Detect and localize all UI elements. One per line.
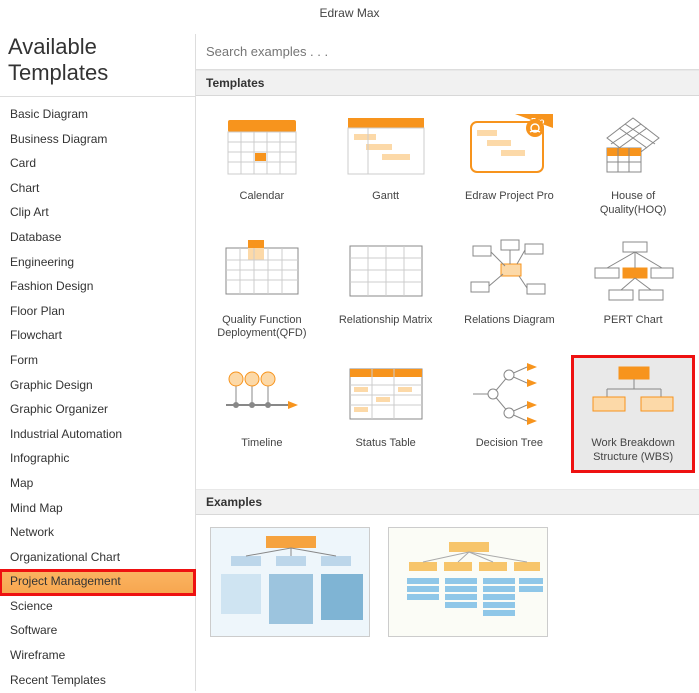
examples-row <box>196 515 699 649</box>
template-tile[interactable]: Pro Edraw Project Pro <box>450 110 570 224</box>
template-tile[interactable]: House of Quality(HOQ) <box>573 110 693 224</box>
template-label: Gantt <box>372 190 399 204</box>
template-label: PERT Chart <box>604 314 663 328</box>
template-icon <box>589 114 677 180</box>
template-icon <box>342 238 430 304</box>
template-tile[interactable]: Work Breakdown Structure (WBS) <box>573 357 693 471</box>
category-item[interactable]: Software <box>0 619 195 644</box>
category-item[interactable]: Map <box>0 472 195 497</box>
template-label: Decision Tree <box>476 437 543 451</box>
category-item[interactable]: Recent Templates <box>0 669 195 693</box>
category-item[interactable]: Wireframe <box>0 644 195 669</box>
category-item[interactable]: Business Diagram <box>0 128 195 153</box>
app-title: Edraw Max <box>0 0 699 34</box>
template-tile[interactable]: Decision Tree <box>450 357 570 471</box>
template-icon <box>589 238 677 304</box>
category-item[interactable]: Chart <box>0 177 195 202</box>
category-item[interactable]: Clip Art <box>0 201 195 226</box>
template-tile[interactable]: Relationship Matrix <box>326 234 446 348</box>
section-header-templates: Templates <box>196 70 699 96</box>
template-tile[interactable]: Quality Function Deployment(QFD) <box>202 234 322 348</box>
template-label: House of Quality(HOQ) <box>578 190 688 218</box>
category-item[interactable]: Graphic Organizer <box>0 398 195 423</box>
main-panel: Templates Calendar Gantt Pro Edraw Project … <box>196 34 699 691</box>
template-label: Edraw Project Pro <box>465 190 554 204</box>
category-item[interactable]: Card <box>0 152 195 177</box>
category-item[interactable]: Industrial Automation <box>0 423 195 448</box>
category-item[interactable]: Organizational Chart <box>0 546 195 571</box>
sidebar: Available Templates Basic DiagramBusines… <box>0 34 196 691</box>
category-item[interactable]: Graphic Design <box>0 374 195 399</box>
template-tile[interactable]: Status Table <box>326 357 446 471</box>
template-grid: Calendar Gantt Pro Edraw Project Pro House o… <box>196 96 699 489</box>
template-icon <box>218 114 306 180</box>
template-tile[interactable]: Calendar <box>202 110 322 224</box>
template-label: Relationship Matrix <box>339 314 433 328</box>
search-row <box>196 34 699 70</box>
category-item[interactable]: Database <box>0 226 195 251</box>
category-item[interactable]: Fashion Design <box>0 275 195 300</box>
template-icon <box>465 361 553 427</box>
template-icon <box>218 238 306 304</box>
search-input[interactable] <box>204 40 691 63</box>
template-tile[interactable]: Gantt <box>326 110 446 224</box>
template-label: Status Table <box>355 437 415 451</box>
category-item[interactable]: Flowchart <box>0 324 195 349</box>
example-thumb[interactable] <box>210 527 370 637</box>
template-tile[interactable]: PERT Chart <box>573 234 693 348</box>
category-item[interactable]: Basic Diagram <box>0 103 195 128</box>
section-header-examples: Examples <box>196 489 699 515</box>
template-label: Timeline <box>241 437 282 451</box>
category-item[interactable]: Engineering <box>0 251 195 276</box>
template-tile[interactable]: Timeline <box>202 357 322 471</box>
template-icon <box>465 238 553 304</box>
template-icon <box>589 361 677 427</box>
template-label: Quality Function Deployment(QFD) <box>207 314 317 342</box>
category-item[interactable]: Project Management <box>0 570 195 595</box>
category-item[interactable]: Floor Plan <box>0 300 195 325</box>
category-item[interactable]: Form <box>0 349 195 374</box>
example-thumb[interactable] <box>388 527 548 637</box>
template-tile[interactable]: Relations Diagram <box>450 234 570 348</box>
template-icon: Pro <box>465 114 553 180</box>
template-icon <box>342 114 430 180</box>
category-item[interactable]: Mind Map <box>0 497 195 522</box>
category-list: Basic DiagramBusiness DiagramCardChartCl… <box>0 97 195 693</box>
template-label: Work Breakdown Structure (WBS) <box>578 437 688 465</box>
template-icon <box>218 361 306 427</box>
template-label: Calendar <box>240 190 285 204</box>
template-icon <box>342 361 430 427</box>
category-item[interactable]: Network <box>0 521 195 546</box>
template-label: Relations Diagram <box>464 314 554 328</box>
category-item[interactable]: Infographic <box>0 447 195 472</box>
sidebar-header: Available Templates <box>0 34 195 97</box>
category-item[interactable]: Science <box>0 595 195 620</box>
